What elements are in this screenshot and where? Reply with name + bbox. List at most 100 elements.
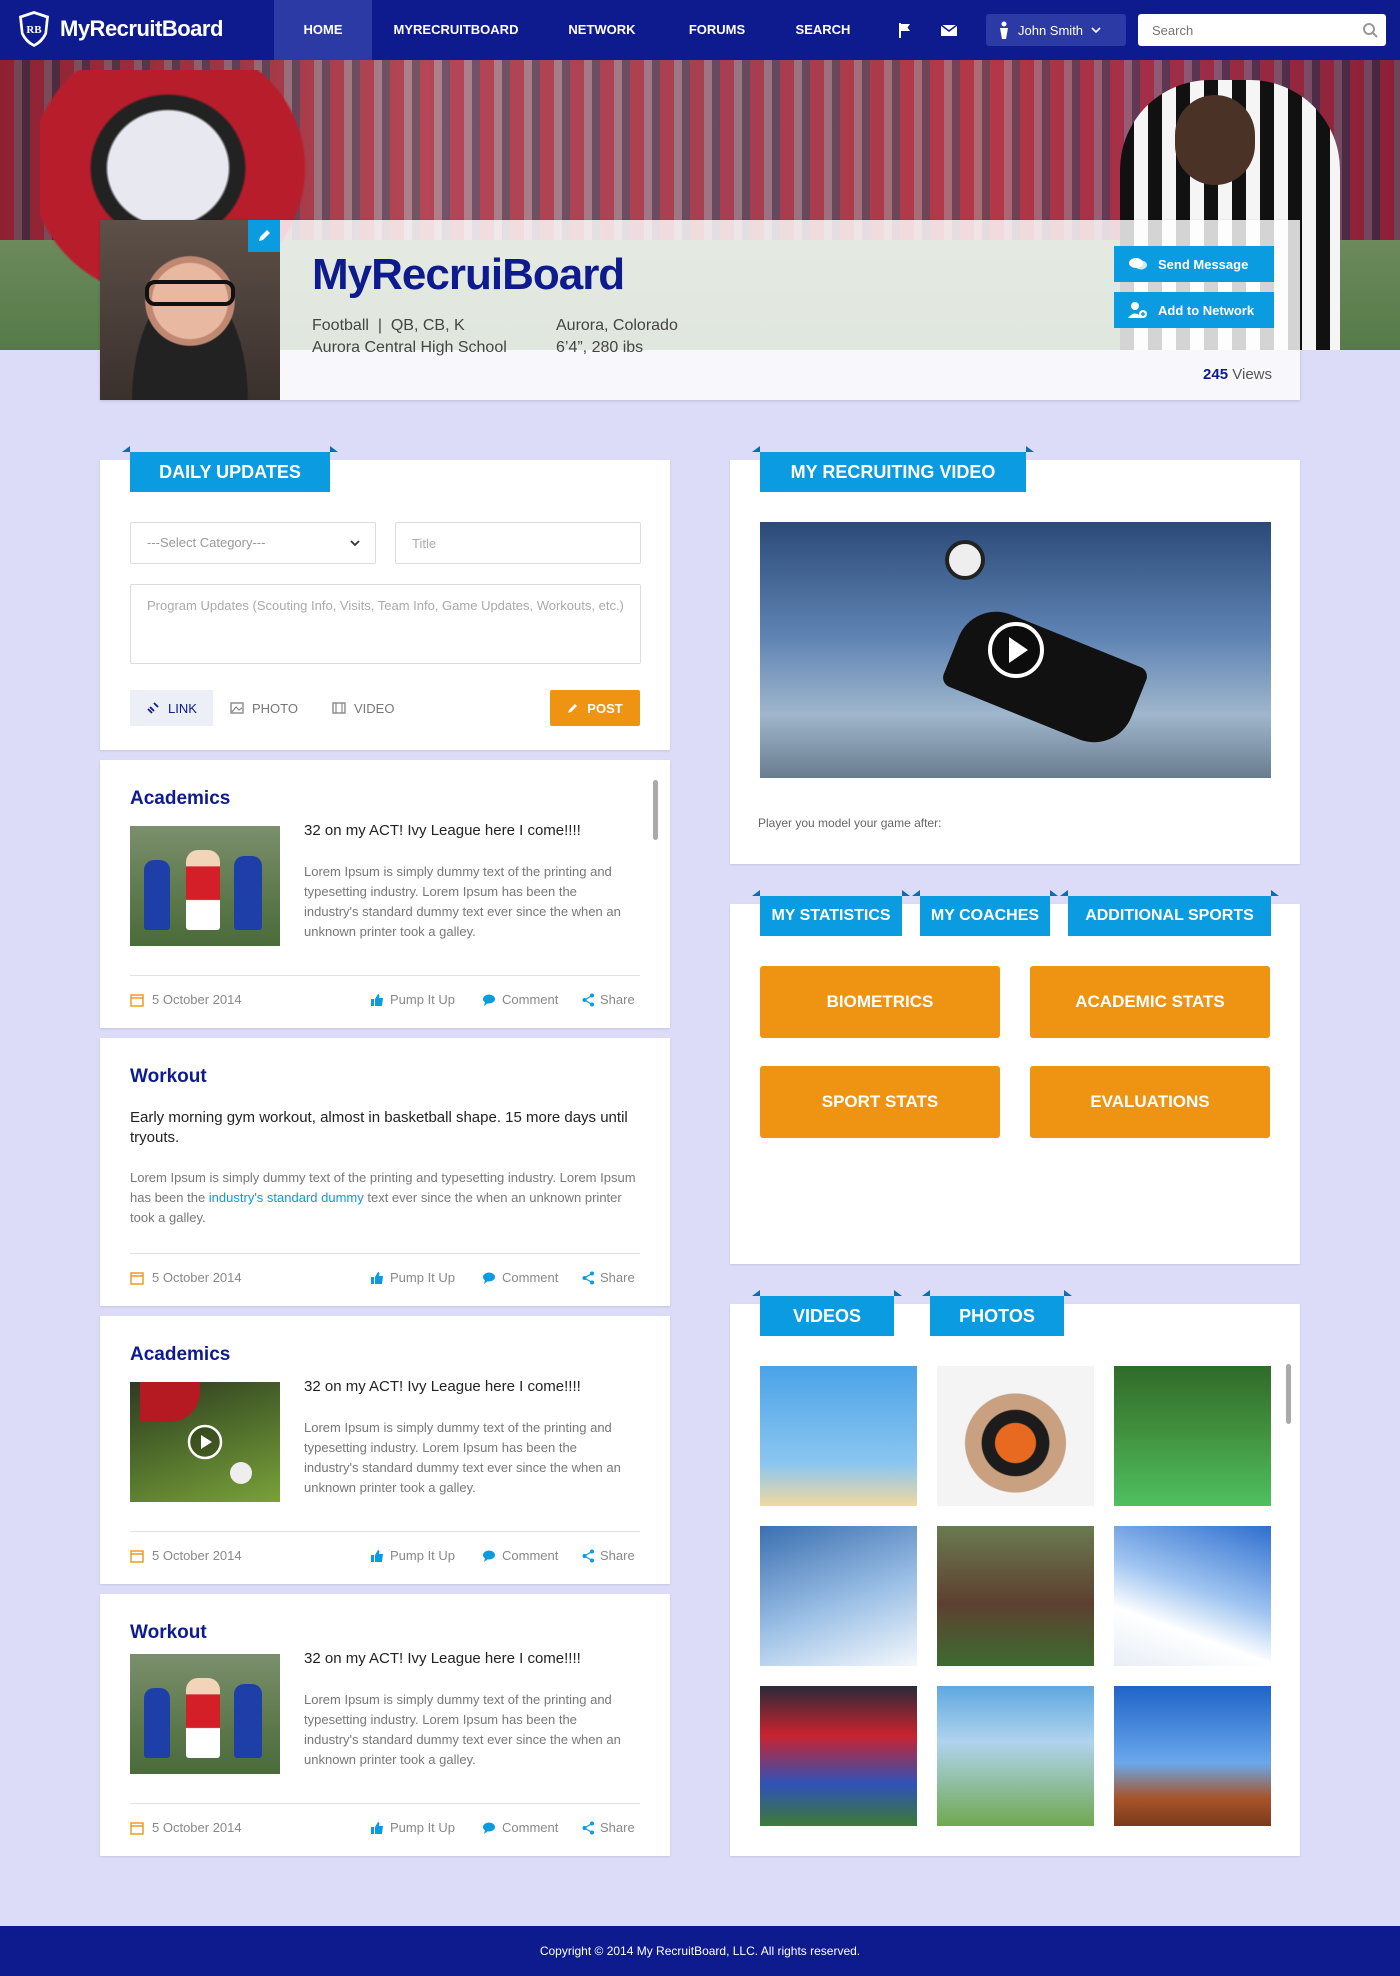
- search-box: [1138, 14, 1386, 46]
- comment-button[interactable]: Comment: [482, 1820, 558, 1835]
- comment-label: Comment: [502, 1548, 559, 1563]
- user-icon: [1000, 21, 1008, 39]
- player-blue-figure: [144, 1688, 170, 1758]
- film-icon: [332, 702, 346, 714]
- share-icon: [582, 1821, 594, 1834]
- send-message-button[interactable]: Send Message: [1114, 246, 1274, 282]
- feed-scrollbar[interactable]: [653, 780, 658, 840]
- snowboarder-photo[interactable]: [760, 1526, 917, 1666]
- nav-home[interactable]: HOME: [274, 0, 372, 60]
- profile-card: MyRecruiBoard Football | QB, CB, K Auror…: [100, 220, 1300, 400]
- comment-button[interactable]: Comment: [482, 1548, 558, 1563]
- statistics-panel: MY STATISTICS MY COACHES ADDITIONAL SPOR…: [730, 890, 1300, 1264]
- search-input[interactable]: [1138, 14, 1348, 46]
- envelope-icon[interactable]: [939, 20, 959, 40]
- biometrics-button[interactable]: BIOMETRICS: [760, 966, 1000, 1038]
- player-jersey: [140, 1382, 200, 1422]
- tab-photos[interactable]: PHOTOS: [922, 1290, 1072, 1336]
- player-red-figure: [186, 1678, 220, 1758]
- player-red-figure: [186, 850, 220, 930]
- copyright-text: Copyright © 2014 My RecruitBoard, LLC. A…: [539, 1944, 861, 1958]
- nav-network[interactable]: NETWORK: [554, 0, 650, 60]
- tab-additional-sports[interactable]: ADDITIONAL SPORTS: [1060, 890, 1279, 936]
- tab-my-statistics[interactable]: MY STATISTICS: [752, 890, 910, 936]
- attach-video-button[interactable]: VIDEO: [332, 690, 394, 726]
- post-date: 5 October 2014: [130, 1548, 242, 1563]
- jumping-friends-photo[interactable]: [760, 1366, 917, 1506]
- flag-icon[interactable]: [895, 20, 915, 40]
- comment-label: Comment: [502, 1820, 559, 1835]
- views-label: Views: [1232, 366, 1272, 383]
- user-menu-button[interactable]: John Smith: [986, 14, 1126, 46]
- post-footer: 5 October 2014 Pump It Up Comment Share: [130, 975, 640, 1007]
- share-button[interactable]: Share: [582, 1270, 635, 1285]
- recruiting-video-player[interactable]: [760, 522, 1271, 778]
- post-body: Lorem Ipsum is simply dummy text of the …: [130, 1168, 640, 1228]
- search-icon[interactable]: [1362, 22, 1378, 38]
- profile-sport-positions: Football | QB, CB, K: [312, 317, 465, 334]
- pump-it-up-button[interactable]: Pump It Up: [370, 1270, 455, 1285]
- post-card: Academics 32 on my ACT! Ivy League here …: [100, 1316, 670, 1584]
- soccer-players-photo[interactable]: [130, 826, 280, 946]
- calendar-icon: [130, 1271, 144, 1285]
- share-button[interactable]: Share: [582, 992, 635, 1007]
- skier-photo[interactable]: [1114, 1526, 1271, 1666]
- post-card: Workout Early morning gym workout, almos…: [100, 1038, 670, 1306]
- nav-search[interactable]: SEARCH: [780, 0, 866, 60]
- pump-it-up-button[interactable]: Pump It Up: [370, 1820, 455, 1835]
- title-input[interactable]: Title: [395, 522, 641, 564]
- thumbs-up-icon: [371, 1549, 383, 1562]
- attach-link-button[interactable]: LINK: [130, 690, 213, 726]
- calendar-icon: [130, 1821, 144, 1835]
- brand-name: MyRecruitBoard: [60, 16, 223, 41]
- post-footer: 5 October 2014 Pump It Up Comment Share: [130, 1803, 640, 1835]
- comment-button[interactable]: Comment: [482, 1270, 558, 1285]
- post-date-text: 5 October 2014: [152, 1820, 242, 1835]
- gallery-scrollbar[interactable]: [1286, 1364, 1291, 1424]
- attach-photo-button[interactable]: PHOTO: [230, 690, 298, 726]
- post-date: 5 October 2014: [130, 992, 242, 1007]
- profile-views: 245 Views: [1203, 366, 1272, 383]
- pump-it-up-button[interactable]: Pump It Up: [370, 1548, 455, 1563]
- soccer-match-photo[interactable]: [760, 1686, 917, 1826]
- play-icon[interactable]: [986, 620, 1046, 680]
- share-label: Share: [600, 1270, 635, 1285]
- share-icon: [582, 993, 594, 1006]
- share-button[interactable]: Share: [582, 1548, 635, 1563]
- player-blue-figure: [144, 860, 170, 930]
- edit-avatar-button[interactable]: [248, 220, 280, 252]
- post-body-link[interactable]: industry's standard dummy: [209, 1190, 364, 1205]
- tab-my-coaches[interactable]: MY COACHES: [912, 890, 1058, 936]
- polo-photo[interactable]: [937, 1526, 1094, 1666]
- kids-running-photo[interactable]: [937, 1686, 1094, 1826]
- share-button[interactable]: Share: [582, 1820, 635, 1835]
- tab-videos[interactable]: VIDEOS: [752, 1290, 902, 1336]
- motocross-photo[interactable]: [1114, 1686, 1271, 1826]
- evaluations-button[interactable]: EVALUATIONS: [1030, 1066, 1270, 1138]
- category-select[interactable]: ---Select Category---: [130, 522, 376, 564]
- nav-forums[interactable]: FORUMS: [670, 0, 764, 60]
- play-icon[interactable]: [187, 1424, 223, 1460]
- comment-icon: [483, 1272, 495, 1284]
- post-category: Academics: [130, 1344, 231, 1365]
- soccer-players-photo[interactable]: [130, 1654, 280, 1774]
- post-headline: Early morning gym workout, almost in bas…: [130, 1109, 628, 1146]
- sport-stats-button[interactable]: SPORT STATS: [760, 1066, 1000, 1138]
- add-to-network-label: Add to Network: [1158, 302, 1255, 318]
- thumbs-up-icon: [371, 993, 383, 1006]
- comment-label: Comment: [502, 1270, 559, 1285]
- profile-location: Aurora, Colorado: [556, 317, 678, 334]
- avatar-glasses: [145, 280, 235, 306]
- academic-stats-button[interactable]: ACADEMIC STATS: [1030, 966, 1270, 1038]
- add-to-network-button[interactable]: Add to Network: [1114, 292, 1274, 328]
- update-body-textarea[interactable]: Program Updates (Scouting Info, Visits, …: [130, 584, 641, 664]
- recruiting-video-panel: MY RECRUITING VIDEO Player you model you…: [730, 446, 1300, 864]
- post-button[interactable]: POST: [550, 690, 640, 726]
- comment-button[interactable]: Comment: [482, 992, 558, 1007]
- sprinter-photo[interactable]: [937, 1366, 1094, 1506]
- soccer-kick-video[interactable]: [130, 1382, 280, 1502]
- brand-logo[interactable]: RB MyRecruitBoard: [18, 10, 223, 48]
- pump-it-up-button[interactable]: Pump It Up: [370, 992, 455, 1007]
- nav-myrecruitboard[interactable]: MYRECRUITBOARD: [380, 0, 532, 60]
- field-hockey-photo[interactable]: [1114, 1366, 1271, 1506]
